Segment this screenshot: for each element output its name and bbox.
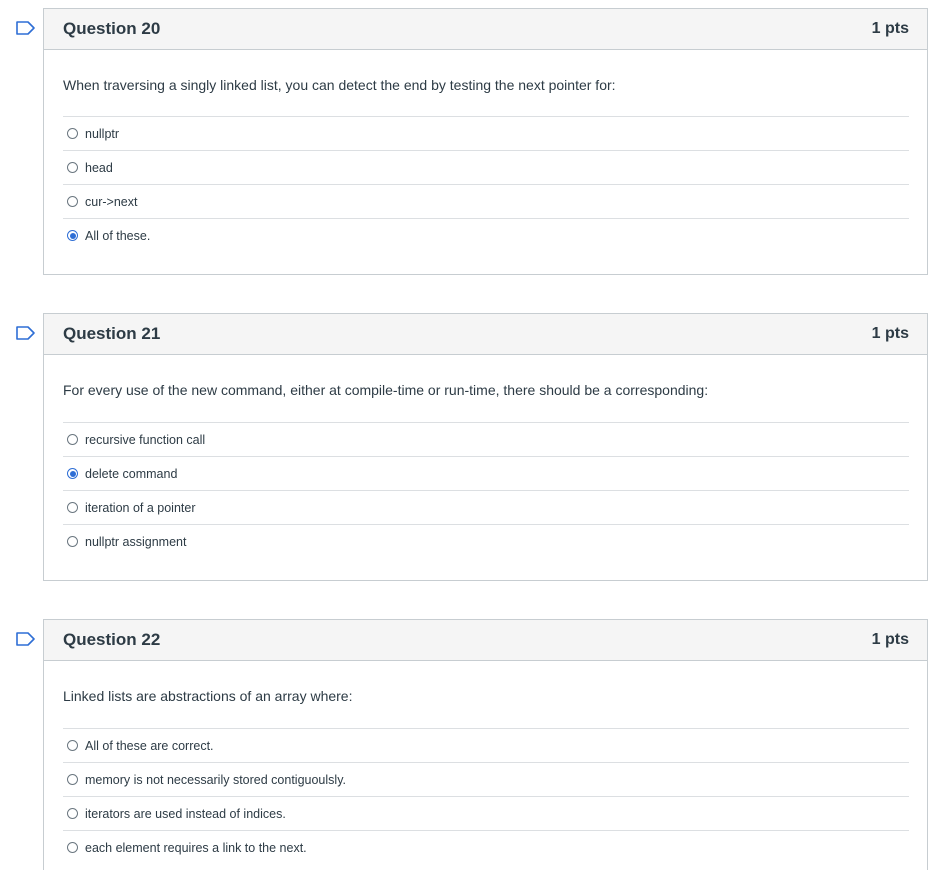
answer-option[interactable]: delete command — [63, 456, 909, 490]
question-header: Question 20 1 pts — [44, 9, 927, 50]
quiz-page: Question 20 1 pts When traversing a sing… — [0, 0, 939, 870]
answer-label: iteration of a pointer — [85, 500, 196, 515]
radio-icon[interactable] — [67, 434, 78, 445]
bookmark-flag-icon[interactable] — [16, 632, 36, 646]
answer-label: iterators are used instead of indices. — [85, 806, 286, 821]
radio-icon[interactable] — [67, 468, 78, 479]
answer-label: nullptr — [85, 126, 120, 141]
radio-icon[interactable] — [67, 774, 78, 785]
answer-option[interactable]: nullptr — [63, 116, 909, 150]
answer-option[interactable]: All of these. — [63, 218, 909, 252]
radio-icon[interactable] — [67, 128, 78, 139]
radio-icon[interactable] — [67, 808, 78, 819]
question-text: Linked lists are abstractions of an arra… — [63, 688, 353, 704]
question-text: When traversing a singly linked list, yo… — [63, 77, 616, 93]
answer-label: All of these. — [85, 228, 151, 243]
question-points: 1 pts — [871, 325, 909, 342]
answer-option[interactable]: All of these are correct. — [63, 728, 909, 762]
answer-option[interactable]: nullptr assignment — [63, 524, 909, 558]
question-title: Question 20 — [63, 19, 161, 38]
answer-label: memory is not necessarily stored contigu… — [85, 772, 346, 787]
answer-option[interactable]: head — [63, 150, 909, 184]
question-text: For every use of the new command, either… — [63, 382, 709, 398]
answer-option[interactable]: recursive function call — [63, 422, 909, 456]
question-21: Question 21 1 pts For every use of the n… — [16, 313, 928, 581]
radio-icon[interactable] — [67, 740, 78, 751]
answer-label: All of these are correct. — [85, 738, 214, 753]
answer-label: cur->next — [85, 194, 138, 209]
radio-icon[interactable] — [67, 536, 78, 547]
radio-icon[interactable] — [67, 842, 78, 853]
question-title: Question 22 — [63, 630, 161, 649]
answer-label: recursive function call — [85, 432, 206, 447]
answer-label: delete command — [85, 466, 178, 481]
answer-option[interactable]: iterators are used instead of indices. — [63, 796, 909, 830]
question-points: 1 pts — [871, 20, 909, 37]
answer-option[interactable]: each element requires a link to the next… — [63, 830, 909, 864]
answer-list: All of these are correct. memory is not … — [63, 728, 909, 864]
question-header: Question 22 1 pts — [44, 620, 927, 661]
answer-label: each element requires a link to the next… — [85, 840, 307, 855]
radio-icon[interactable] — [67, 162, 78, 173]
answer-option[interactable]: memory is not necessarily stored contigu… — [63, 762, 909, 796]
answer-option[interactable]: cur->next — [63, 184, 909, 218]
radio-icon[interactable] — [67, 196, 78, 207]
answer-option[interactable]: iteration of a pointer — [63, 490, 909, 524]
answer-list: nullptr head cur->next All of these. — [63, 116, 909, 252]
bookmark-flag-icon[interactable] — [16, 326, 36, 340]
question-points: 1 pts — [871, 631, 909, 648]
radio-icon[interactable] — [67, 502, 78, 513]
question-title: Question 21 — [63, 324, 161, 343]
question-22: Question 22 1 pts Linked lists are abstr… — [16, 619, 928, 870]
answer-label: head — [85, 160, 113, 175]
bookmark-flag-icon[interactable] — [16, 21, 36, 35]
radio-icon[interactable] — [67, 230, 78, 241]
question-20: Question 20 1 pts When traversing a sing… — [16, 8, 928, 275]
answer-list: recursive function call delete command i… — [63, 422, 909, 558]
answer-label: nullptr assignment — [85, 534, 187, 549]
question-header: Question 21 1 pts — [44, 314, 927, 355]
